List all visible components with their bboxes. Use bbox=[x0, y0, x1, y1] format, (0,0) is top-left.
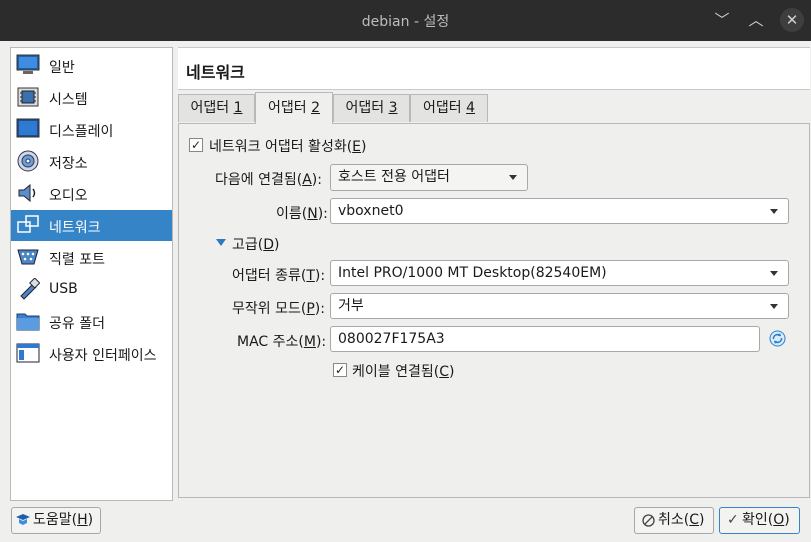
chevron-down-icon bbox=[770, 271, 778, 276]
minimize-icon[interactable]: ﹀ bbox=[711, 9, 733, 31]
adapter-panel: ✓ 네트워크 어댑터 활성화(E) 다음에 연결됨(A): 호스트 전용 어댑터… bbox=[178, 123, 810, 498]
sidebar-item-system[interactable]: 시스템 bbox=[11, 82, 172, 113]
help-icon bbox=[16, 514, 30, 525]
tab-adapter-2[interactable]: 어댑터 2 bbox=[255, 92, 333, 124]
name-label: 이름(N): bbox=[276, 206, 328, 222]
tab-adapter-3[interactable]: 어댑터 3 bbox=[333, 94, 410, 122]
page-title: 네트워크 bbox=[186, 63, 245, 82]
sidebar-item-general[interactable]: 일반 bbox=[11, 50, 172, 81]
promiscuous-mode-label: 무작위 모드(P): bbox=[232, 301, 325, 317]
sidebar-item-shared-folders[interactable]: 공유 폴더 bbox=[11, 306, 172, 337]
ui-icon bbox=[16, 343, 40, 363]
chevron-down-icon bbox=[509, 175, 517, 180]
settings-sidebar: 일반 시스템 디스플레이 저장소 오디오 네트워크 직렬 포트 USB 공유 폴… bbox=[10, 47, 173, 501]
sidebar-item-storage[interactable]: 저장소 bbox=[11, 146, 172, 177]
sidebar-item-usb[interactable]: USB bbox=[11, 274, 172, 305]
checkmark-icon: ✓ bbox=[727, 512, 739, 528]
sidebar-item-serial-ports[interactable]: 직렬 포트 bbox=[11, 242, 172, 273]
enable-adapter-label: 네트워크 어댑터 활성화(E) bbox=[209, 139, 367, 155]
promiscuous-mode-select[interactable]: 거부 bbox=[330, 293, 789, 319]
title-bar: debian - 설정 ﹀ ︿ ✕ bbox=[0, 0, 811, 41]
serial-port-icon bbox=[17, 249, 39, 265]
tab-adapter-4[interactable]: 어댑터 4 bbox=[410, 94, 488, 122]
sidebar-item-display[interactable]: 디스플레이 bbox=[11, 114, 172, 145]
adapter-type-select[interactable]: Intel PRO/1000 MT Desktop(82540EM) bbox=[330, 260, 789, 286]
cable-connected-label: 케이블 연결됨(C) bbox=[352, 364, 455, 380]
page-header: 네트워크 bbox=[178, 47, 810, 90]
sidebar-item-audio[interactable]: 오디오 bbox=[11, 178, 172, 209]
chevron-down-icon bbox=[770, 209, 778, 214]
disk-icon bbox=[17, 150, 39, 172]
enable-adapter-checkbox[interactable]: ✓ bbox=[189, 138, 203, 152]
mac-address-input[interactable]: 080027F175A3 bbox=[330, 326, 760, 352]
mac-address-label: MAC 주소(M): bbox=[237, 334, 327, 350]
close-icon[interactable]: ✕ bbox=[780, 8, 804, 32]
chevron-down-icon bbox=[770, 304, 778, 309]
sidebar-item-user-interface[interactable]: 사용자 인터페이스 bbox=[11, 338, 172, 369]
attached-to-select[interactable]: 호스트 전용 어댑터 bbox=[330, 164, 528, 191]
expand-triangle-icon[interactable] bbox=[216, 239, 226, 246]
maximize-icon[interactable]: ︿ bbox=[745, 9, 767, 31]
refresh-mac-icon[interactable] bbox=[769, 330, 786, 347]
name-select[interactable]: vboxnet0 bbox=[330, 198, 789, 224]
usb-icon bbox=[20, 278, 40, 300]
adapter-type-label: 어댑터 종류(T): bbox=[232, 268, 326, 284]
attached-to-label: 다음에 연결됨(A): bbox=[215, 172, 322, 188]
cancel-icon bbox=[642, 514, 655, 527]
speaker-icon bbox=[18, 183, 36, 203]
cancel-button[interactable]: 취소(C) bbox=[634, 507, 714, 534]
window-title: debian - 설정 bbox=[361, 14, 450, 30]
folder-icon bbox=[16, 313, 40, 331]
help-button[interactable]: 도움말(H) bbox=[11, 507, 101, 534]
display-icon bbox=[16, 118, 40, 138]
tab-adapter-1[interactable]: 어댑터 1 bbox=[178, 94, 255, 122]
network-icon bbox=[17, 215, 39, 233]
network-settings-page: 네트워크 어댑터 1 어댑터 2 어댑터 3 어댑터 4 ✓ 네트워크 어댑터 … bbox=[178, 47, 810, 499]
chip-icon bbox=[17, 87, 39, 107]
advanced-toggle[interactable]: 고급(D) bbox=[232, 234, 279, 254]
monitor-icon bbox=[16, 54, 40, 74]
ok-button[interactable]: ✓ 확인(O) bbox=[719, 507, 800, 534]
cable-connected-checkbox[interactable]: ✓ bbox=[333, 363, 347, 377]
sidebar-item-network[interactable]: 네트워크 bbox=[11, 210, 172, 241]
